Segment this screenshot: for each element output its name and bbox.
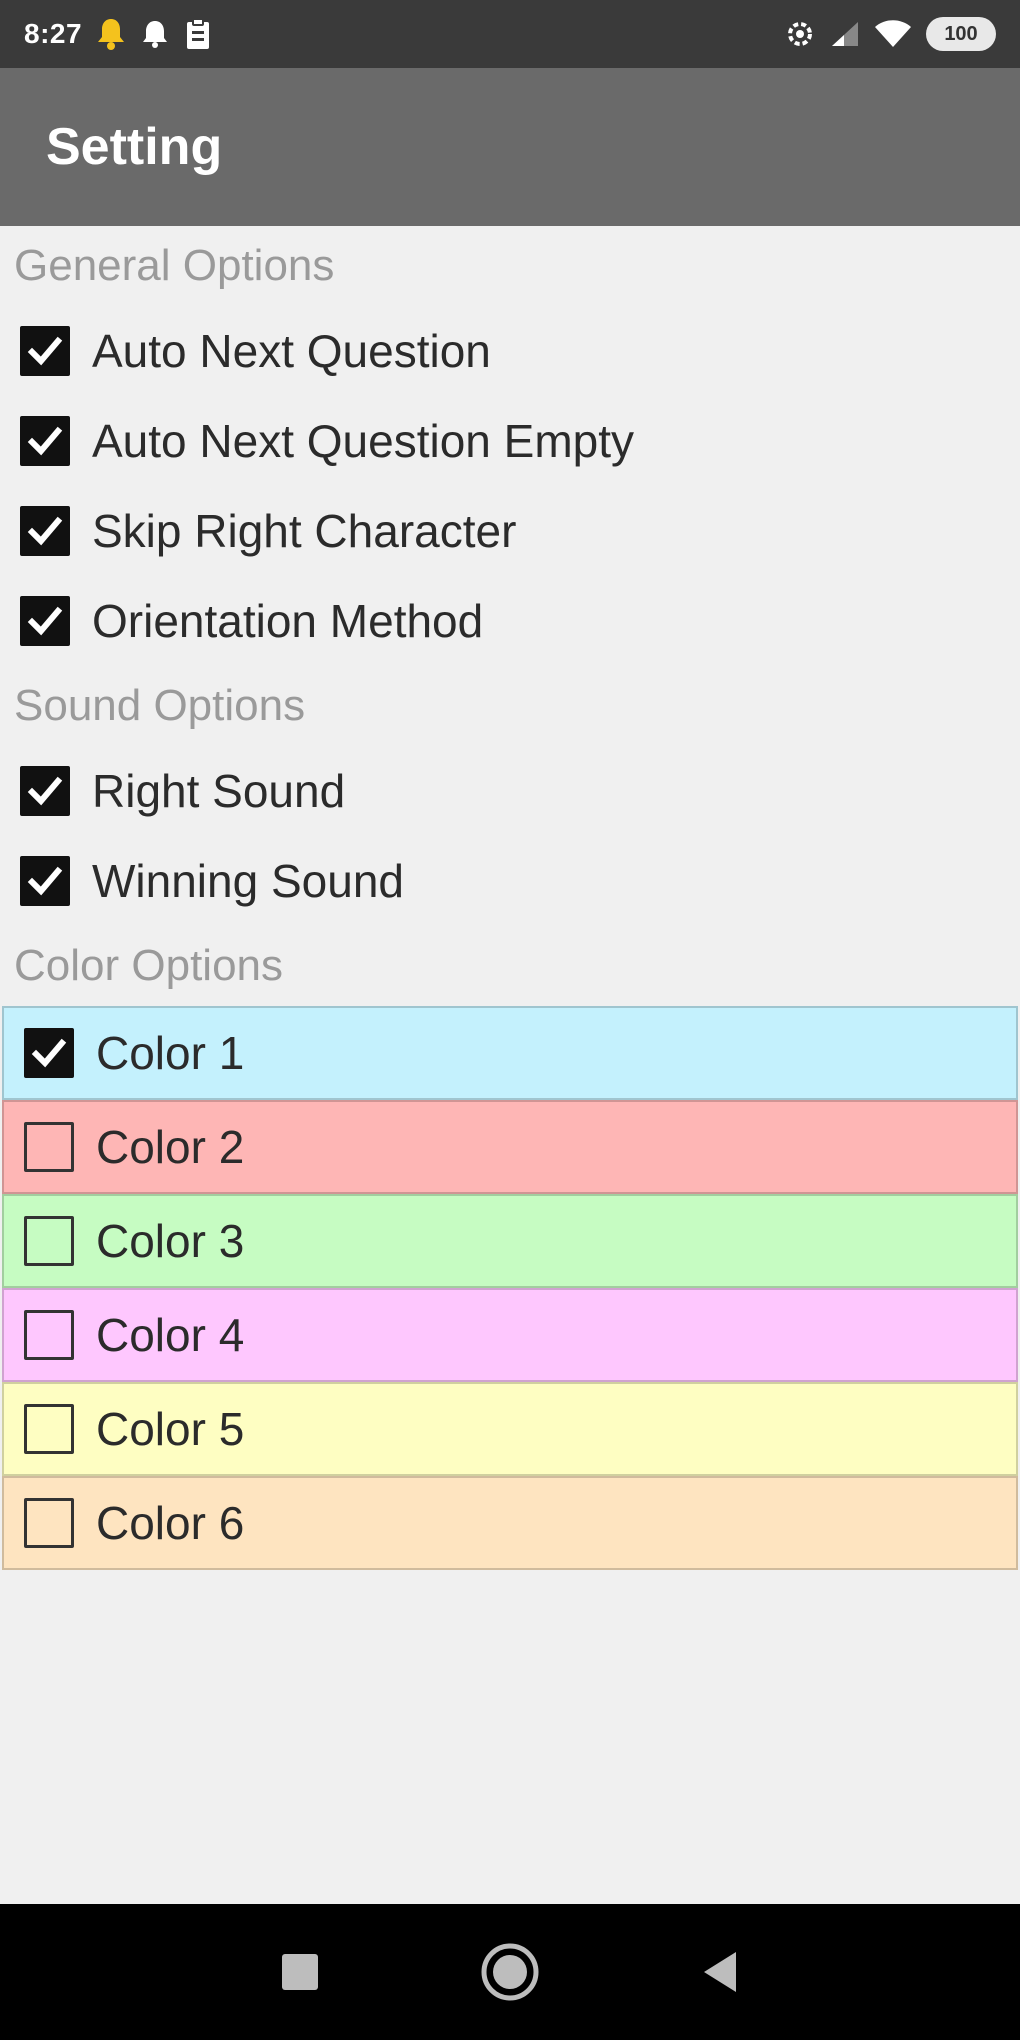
option-auto-next-question-empty[interactable]: Auto Next Question Empty — [0, 396, 1020, 486]
option-color-6[interactable]: Color 6 — [2, 1476, 1018, 1570]
general-options-header: General Options — [14, 241, 335, 290]
app-bar: Setting — [0, 68, 1020, 226]
option-label: Color 3 — [96, 1215, 245, 1267]
option-winning-sound[interactable]: Winning Sound — [0, 836, 1020, 926]
option-color-1[interactable]: Color 1 — [2, 1006, 1018, 1100]
back-icon[interactable] — [690, 1942, 750, 2002]
option-color-3[interactable]: Color 3 — [2, 1194, 1018, 1288]
status-right: 100 — [784, 17, 996, 51]
checkbox-checked-icon[interactable] — [20, 416, 70, 466]
notification-bell-icon — [96, 17, 126, 51]
checkbox-checked-icon[interactable] — [20, 596, 70, 646]
option-label: Orientation Method — [92, 595, 484, 647]
option-right-sound[interactable]: Right Sound — [0, 746, 1020, 836]
home-icon[interactable] — [480, 1942, 540, 2002]
checkbox-checked-icon[interactable] — [24, 1028, 74, 1078]
settings-gear-icon — [784, 18, 816, 50]
checkbox-unchecked-icon[interactable] — [24, 1498, 74, 1548]
settings-content: General Options Auto Next Question Auto … — [0, 226, 1020, 1570]
checkbox-checked-icon[interactable] — [20, 326, 70, 376]
option-label: Right Sound — [92, 765, 346, 817]
checkbox-checked-icon[interactable] — [20, 506, 70, 556]
option-color-4[interactable]: Color 4 — [2, 1288, 1018, 1382]
signal-icon — [830, 20, 860, 48]
option-label: Auto Next Question Empty — [92, 415, 635, 467]
option-label: Color 2 — [96, 1121, 245, 1173]
status-time: 8:27 — [24, 18, 83, 49]
recent-apps-icon[interactable] — [270, 1942, 330, 2002]
checkbox-unchecked-icon[interactable] — [24, 1310, 74, 1360]
option-color-5[interactable]: Color 5 — [2, 1382, 1018, 1476]
option-label: Skip Right Character — [92, 505, 517, 557]
wifi-icon — [874, 19, 912, 49]
checkbox-unchecked-icon[interactable] — [24, 1122, 74, 1172]
battery-icon: 100 — [926, 17, 996, 51]
option-orientation-method[interactable]: Orientation Method — [0, 576, 1020, 666]
option-color-2[interactable]: Color 2 — [2, 1100, 1018, 1194]
option-skip-right-character[interactable]: Skip Right Character — [0, 486, 1020, 576]
color-options-header: Color Options — [14, 941, 284, 990]
checkbox-checked-icon[interactable] — [20, 766, 70, 816]
alarm-icon — [140, 17, 170, 51]
option-label: Color 5 — [96, 1403, 245, 1455]
option-label: Auto Next Question — [92, 325, 491, 377]
status-left: 8:27 — [24, 17, 212, 51]
option-auto-next-question[interactable]: Auto Next Question — [0, 306, 1020, 396]
navigation-bar — [0, 1904, 1020, 2040]
clipboard-icon — [184, 17, 212, 51]
option-label: Color 1 — [96, 1027, 245, 1079]
sound-options-header: Sound Options — [14, 681, 306, 730]
checkbox-checked-icon[interactable] — [20, 856, 70, 906]
page-title: Setting — [46, 118, 223, 176]
checkbox-unchecked-icon[interactable] — [24, 1404, 74, 1454]
option-label: Color 6 — [96, 1497, 245, 1549]
status-bar: 8:27 100 — [0, 0, 1020, 68]
checkbox-unchecked-icon[interactable] — [24, 1216, 74, 1266]
option-label: Winning Sound — [92, 855, 404, 907]
option-label: Color 4 — [96, 1309, 245, 1361]
